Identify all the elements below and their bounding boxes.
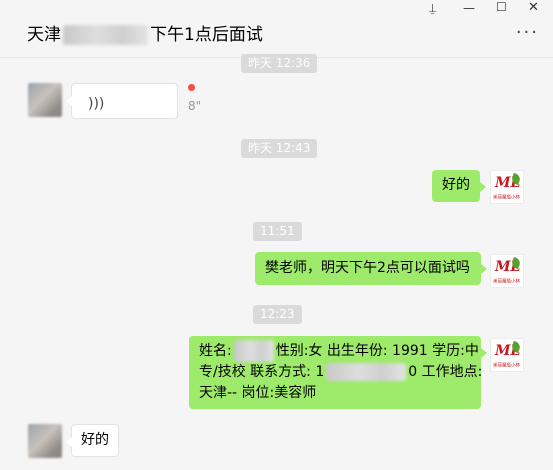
message-text: 好的 [81,432,109,448]
brand-logo-caption: 美丽魔瓶小林 [493,278,521,285]
brand-logo-caption: 美丽魔瓶小林 [493,362,521,369]
brand-logo-caption: 美丽魔瓶小林 [493,194,521,201]
chat-title: 天津 下午1点后面试 [27,20,263,45]
chat-header: 天津 下午1点后面试 ⍊ — ☐ ✕ ··· [0,0,553,58]
timestamp: 昨天 12:43 [241,139,318,158]
message-text: 樊老师，明天下午2点可以面试吗 [265,260,470,276]
avatar[interactable] [28,424,62,458]
message-line: 天津-- 岗位:美容师 [199,383,471,404]
redacted-name [63,25,148,45]
chat-title-suffix: 下午1点后面试 [150,25,263,45]
message-bubble[interactable]: 好的 [66,424,119,457]
chat-title-prefix: 天津 [27,25,61,45]
maximize-icon[interactable]: ☐ [496,0,507,14]
avatar[interactable] [28,83,62,117]
message-bubble[interactable]: 好的 [432,170,486,202]
close-icon[interactable]: ✕ [528,0,539,15]
voice-message-bubble[interactable]: ))) [66,83,178,119]
timestamp: 11:51 [253,222,302,241]
message-bubble[interactable]: 樊老师，明天下午2点可以面试吗 [255,252,487,285]
message-text: 姓名: [199,343,232,359]
voice-wave-icon: ))) [88,96,105,112]
timestamp: 12:23 [253,305,302,324]
avatar[interactable]: ML 美丽魔瓶小林 [490,338,524,372]
redacted-name [233,340,274,362]
minimize-icon[interactable]: — [463,1,475,15]
message-line: 专/技校 联系方式: 1 0 工作地点: [199,362,482,383]
avatar[interactable]: ML 美丽魔瓶小林 [490,170,524,204]
redacted-phone [326,363,407,381]
timestamp: 昨天 12:36 [241,54,318,73]
more-icon[interactable]: ··· [516,22,539,43]
voice-duration: 8" [188,99,202,113]
message-text: 天津-- 岗位:美容师 [199,385,317,401]
message-text: 性别:女 出生年份: 1991 学历:中 [275,343,479,359]
message-text: 0 工作地点: [408,364,483,380]
message-text: 专/技校 联系方式: 1 [199,364,325,380]
avatar[interactable]: ML 美丽魔瓶小林 [490,254,524,288]
message-bubble[interactable]: 姓名: 性别:女 出生年份: 1991 学历:中 专/技校 联系方式: 1 0 工作… [189,336,487,409]
message-text: 好的 [442,177,470,193]
unread-dot [188,84,195,91]
pin-icon[interactable]: ⍊ [429,1,436,16]
message-line: 姓名: 性别:女 出生年份: 1991 学历:中 [199,340,479,362]
